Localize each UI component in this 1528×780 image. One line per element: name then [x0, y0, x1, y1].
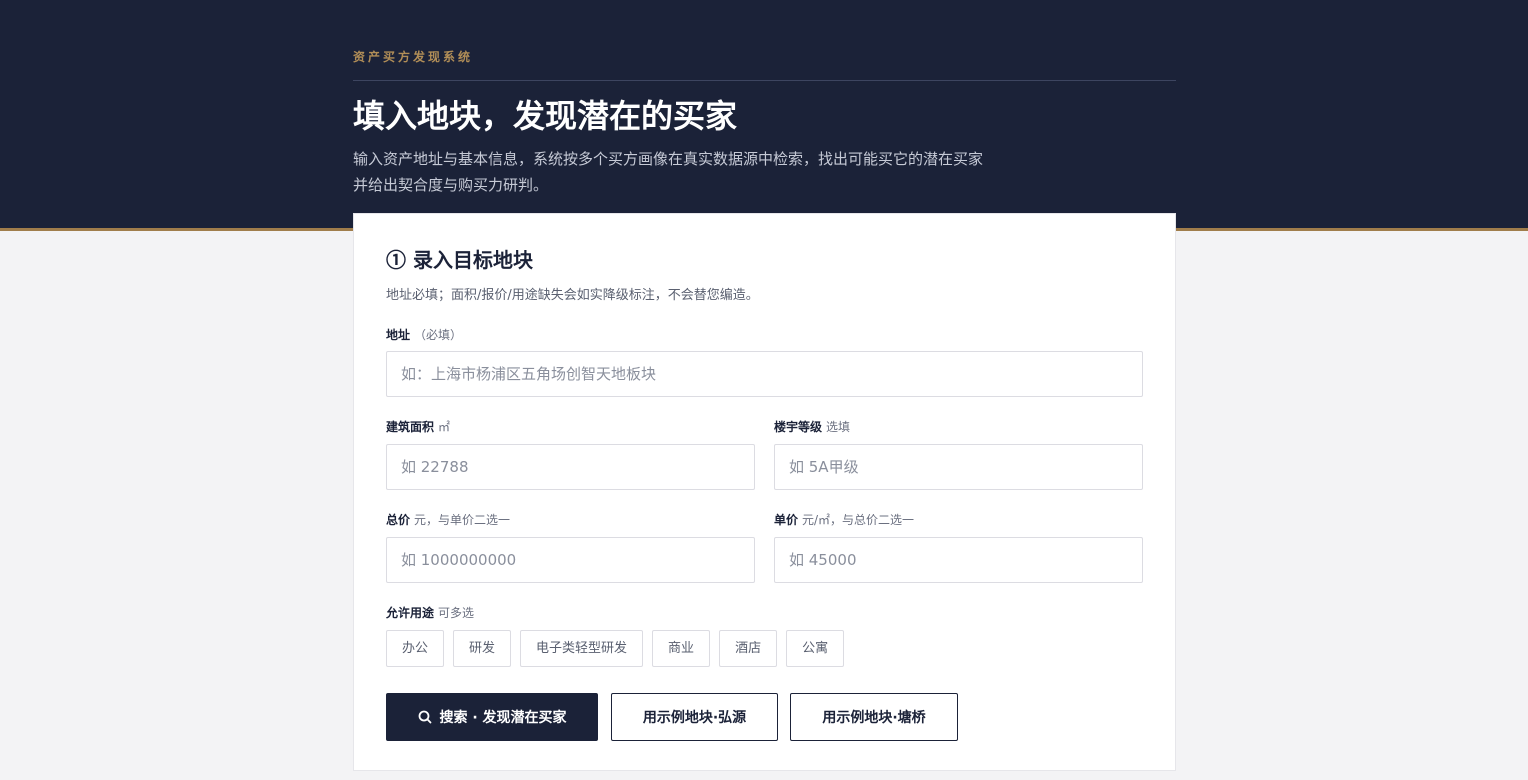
system-name: 资产买方发现系统: [353, 50, 474, 64]
usage-label-text: 允许用途: [386, 606, 435, 620]
grade-label-text: 楼宇等级: [774, 420, 823, 434]
unit-price-label-text: 单价: [774, 513, 799, 527]
header-divider: [353, 80, 1176, 81]
search-button[interactable]: 搜索 · 发现潜在买家: [386, 693, 598, 741]
grade-label-hint: 选填: [826, 420, 851, 434]
total-price-label: 总价 元，与单价二选一: [386, 512, 510, 528]
area-input[interactable]: [386, 444, 755, 490]
usage-option-hotel[interactable]: 酒店: [719, 630, 778, 667]
total-price-label-text: 总价: [386, 513, 411, 527]
page-title: 填入地块，发现潜在的买家: [353, 97, 738, 135]
unit-price-label: 单价 元/㎡，与总价二选一: [774, 512, 914, 528]
search-button-label: 搜索 · 发现潜在买家: [439, 710, 567, 726]
address-label-hint: （必填）: [414, 328, 463, 342]
example-tangqiao-button[interactable]: 用示例地块·塘桥: [790, 693, 958, 741]
usage-option-office[interactable]: 办公: [386, 630, 445, 667]
search-icon: [419, 710, 432, 724]
area-label-hint: ㎡: [438, 420, 451, 434]
usage-label-hint: 可多选: [438, 606, 475, 620]
page-description: 输入资产地址与基本信息，系统按多个买方画像在真实数据源中检索，找出可能买它的潜在…: [353, 150, 984, 194]
address-label-text: 地址: [386, 328, 411, 342]
usage-label: 允许用途 可多选: [386, 605, 474, 621]
usage-option-rnd[interactable]: 研发: [453, 630, 512, 667]
total-price-label-hint: 元，与单价二选一: [414, 513, 511, 527]
example-hongyuan-button[interactable]: 用示例地块·弘源: [611, 693, 778, 741]
usage-option-electronics-rnd[interactable]: 电子类轻型研发: [520, 630, 644, 667]
form-subtitle: 地址必填；面积/报价/用途缺失会如实降级标注，不会替您编造。: [386, 288, 759, 303]
grade-label: 楼宇等级 选填: [774, 419, 850, 435]
usage-options: 办公 研发 电子类轻型研发 商业 酒店 公寓: [386, 630, 853, 667]
usage-option-apartment[interactable]: 公寓: [786, 630, 845, 667]
form-title: ① 录入目标地块: [386, 248, 533, 272]
area-label: 建筑面积㎡: [386, 419, 450, 435]
address-label: 地址 （必填）: [386, 327, 462, 343]
asset-form-card: ① 录入目标地块 地址必填；面积/报价/用途缺失会如实降级标注，不会替您编造。 …: [353, 213, 1176, 771]
hero-header: 资产买方发现系统 填入地块，发现潜在的买家 输入资产地址与基本信息，系统按多个买…: [0, 0, 1528, 231]
unit-price-label-hint: 元/㎡，与总价二选一: [802, 513, 915, 527]
unit-price-input[interactable]: [774, 537, 1143, 583]
address-input[interactable]: [386, 351, 1143, 397]
area-label-text: 建筑面积: [386, 420, 435, 434]
usage-option-commercial[interactable]: 商业: [652, 630, 711, 667]
total-price-input[interactable]: [386, 537, 755, 583]
grade-input[interactable]: [774, 444, 1143, 490]
